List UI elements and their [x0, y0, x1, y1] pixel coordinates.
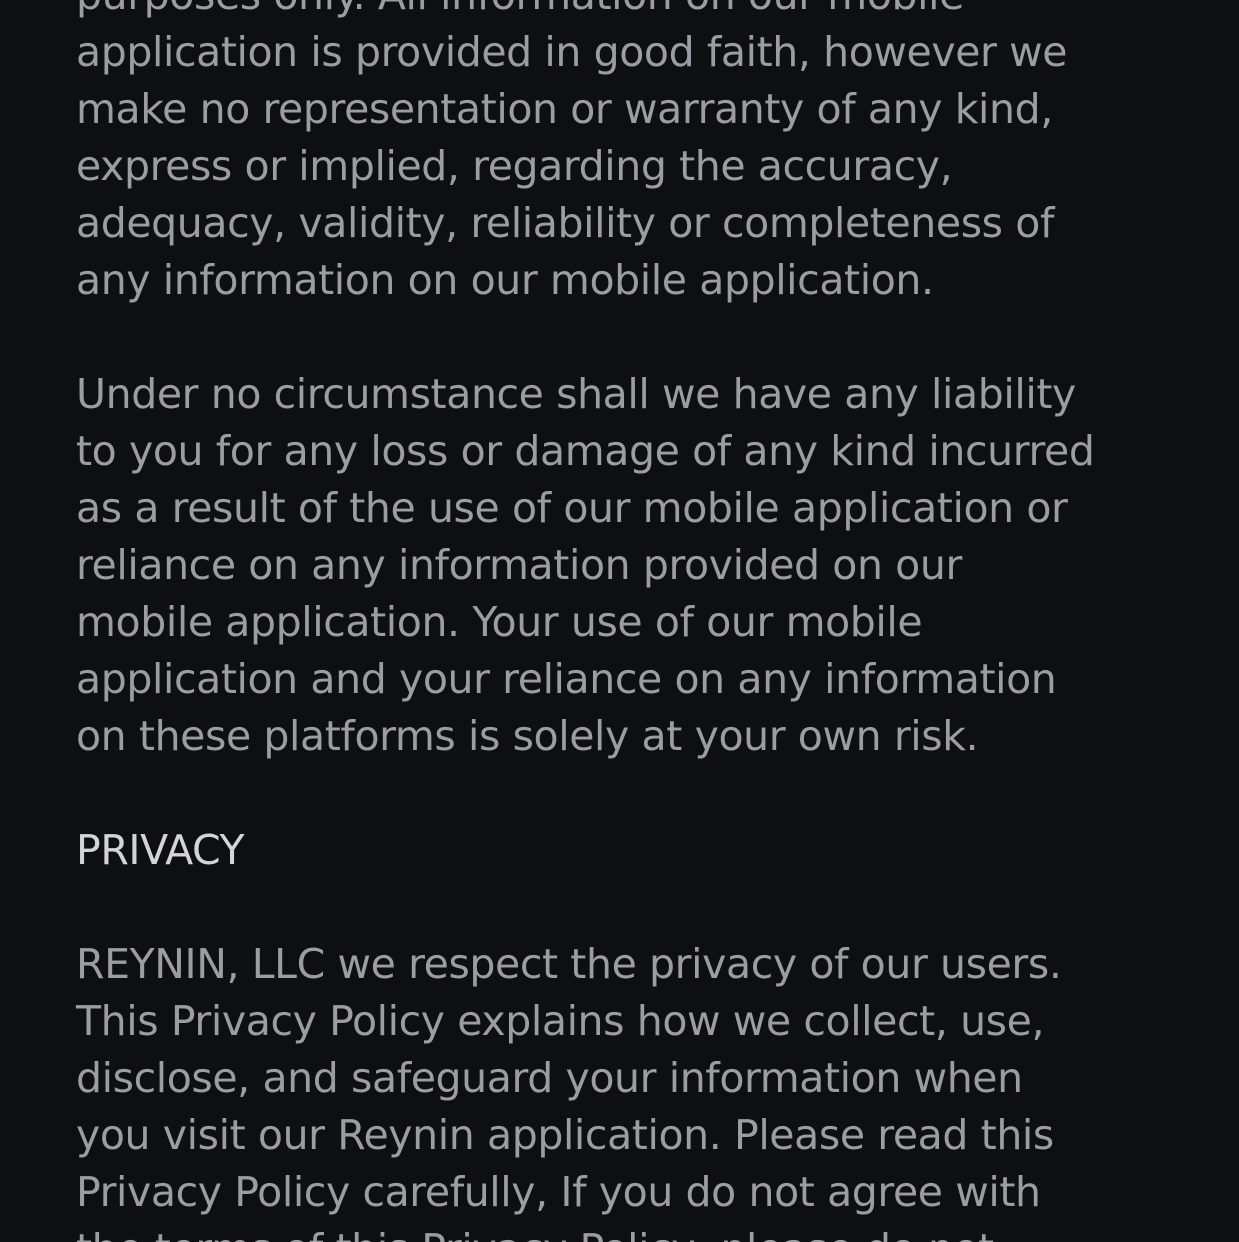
scroll-view[interactable]: purposes only. All information on our mo… [0, 0, 1239, 1242]
text-line: the terms of this Privacy Policy, please… [76, 1221, 1176, 1242]
text-line: as a result of the use of our mobile app… [76, 484, 1068, 532]
text-line: reliance on any information provided on … [76, 541, 962, 589]
text-line: This Privacy Policy explains how we coll… [76, 997, 1045, 1045]
text-line: application is provided in good faith, h… [76, 28, 1068, 76]
disclaimer-paragraph-1: purposes only. All information on our mo… [76, 0, 1176, 309]
text-line: REYNIN, LLC we respect the privacy of ou… [76, 940, 1062, 988]
text-line: to you for any loss or damage of any kin… [76, 427, 1095, 475]
text-line: on these platforms is solely at your own… [76, 712, 979, 760]
policy-text-content: purposes only. All information on our mo… [76, 0, 1176, 1242]
text-line: you visit our Reynin application. Please… [76, 1111, 1054, 1159]
privacy-paragraph: REYNIN, LLC we respect the privacy of ou… [76, 936, 1176, 1242]
text-line: adequacy, validity, reliability or compl… [76, 199, 1054, 247]
text-line: Under no circumstance shall we have any … [76, 370, 1076, 418]
text-line: express or implied, regarding the accura… [76, 142, 953, 190]
text-line: disclose, and safeguard your information… [76, 1054, 1023, 1102]
text-line: application and your reliance on any inf… [76, 655, 1057, 703]
text-line: make no representation or warranty of an… [76, 85, 1053, 133]
text-line: purposes only. All information on our mo… [76, 0, 1176, 24]
text-line: mobile application. Your use of our mobi… [76, 598, 923, 646]
text-line: Privacy Policy carefully, If you do not … [76, 1168, 1041, 1216]
privacy-heading: PRIVACY [76, 826, 245, 874]
text-line: any information on our mobile applicatio… [76, 256, 934, 304]
disclaimer-paragraph-2: Under no circumstance shall we have any … [76, 366, 1176, 765]
